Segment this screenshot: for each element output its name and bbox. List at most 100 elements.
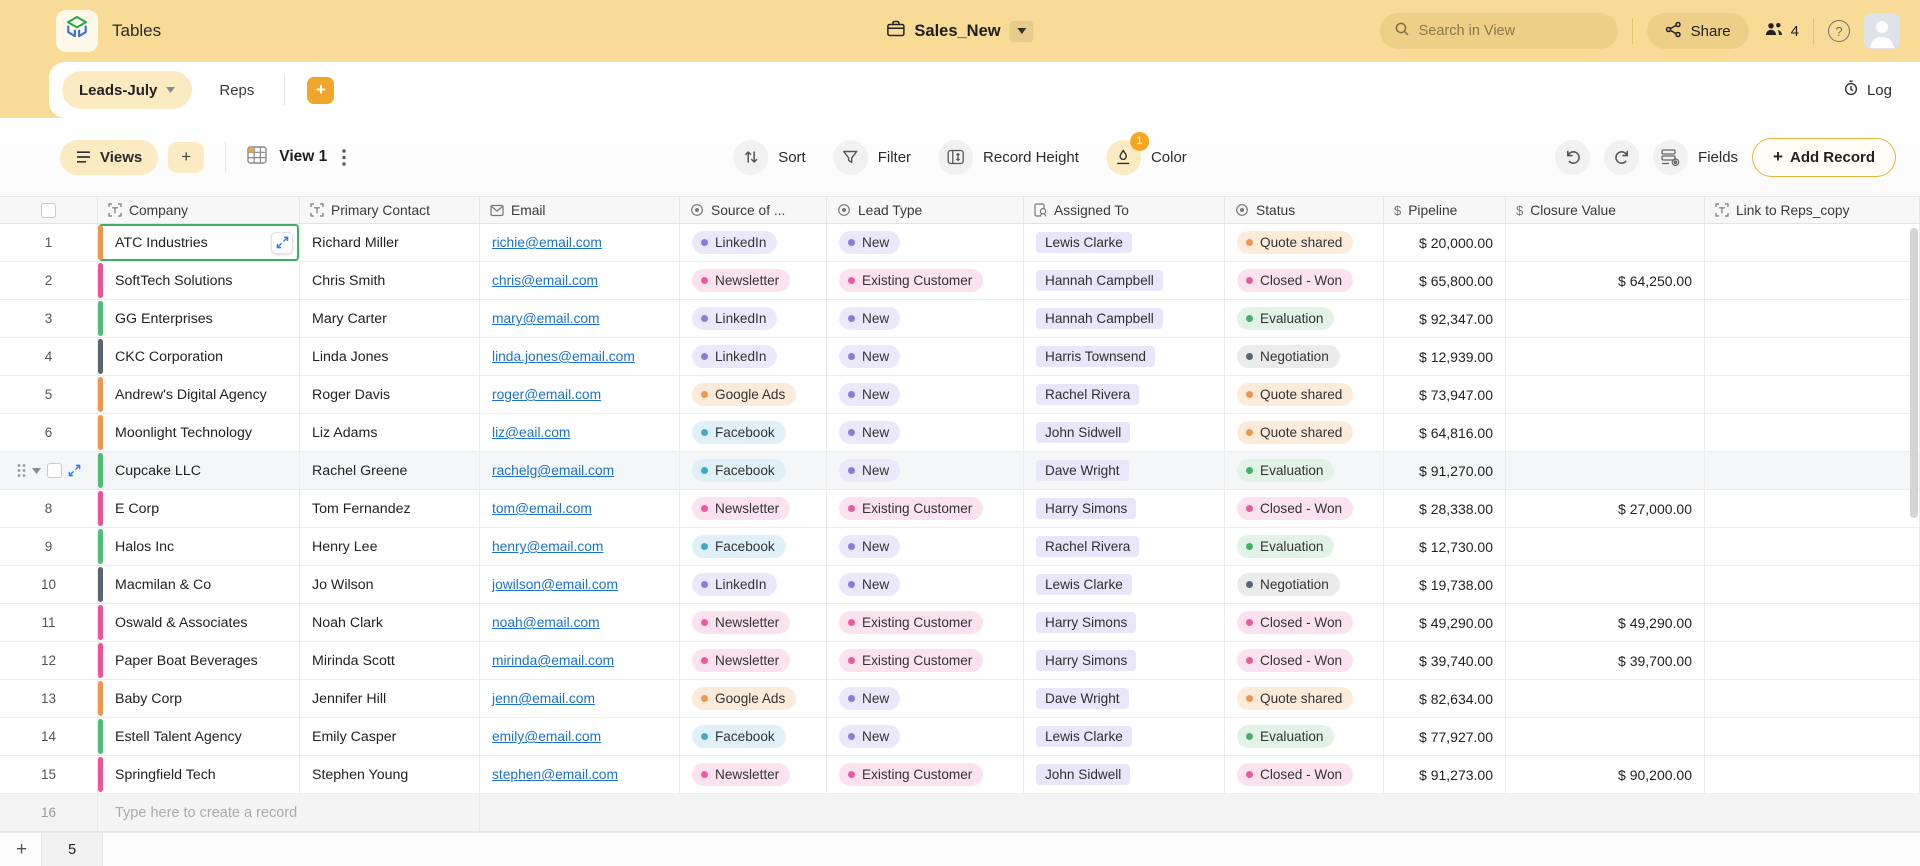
company-cell[interactable]: Andrew's Digital Agency (98, 376, 300, 413)
primary-contact-cell[interactable]: Rachel Greene (300, 452, 480, 489)
email-link[interactable]: jowilson@email.com (492, 577, 618, 592)
company-cell[interactable]: Springfield Tech (98, 756, 300, 793)
primary-contact-cell[interactable]: Liz Adams (300, 414, 480, 451)
link-to-reps-cell[interactable] (1705, 414, 1920, 451)
source-cell[interactable]: LinkedIn (680, 338, 827, 375)
assigned-to-cell[interactable]: Dave Wright (1024, 452, 1225, 489)
column-header-company[interactable]: Company (98, 197, 300, 223)
source-cell[interactable]: Newsletter (680, 642, 827, 679)
row-number-cell[interactable]: 12 (0, 642, 98, 679)
status-cell[interactable]: Closed - Won (1225, 642, 1384, 679)
email-cell[interactable]: emily@email.com (480, 718, 680, 755)
primary-contact-cell[interactable]: Mary Carter (300, 300, 480, 337)
views-button[interactable]: Views (60, 140, 158, 175)
assigned-to-cell[interactable]: Dave Wright (1024, 680, 1225, 717)
email-cell[interactable]: noah@email.com (480, 604, 680, 641)
email-link[interactable]: chris@email.com (492, 273, 598, 288)
status-cell[interactable]: Evaluation (1225, 528, 1384, 565)
closure-value-cell[interactable] (1506, 718, 1705, 755)
company-cell[interactable]: Moonlight Technology (98, 414, 300, 451)
closure-value-cell[interactable] (1506, 224, 1705, 261)
source-cell[interactable]: Facebook (680, 528, 827, 565)
email-link[interactable]: roger@email.com (492, 387, 601, 402)
status-cell[interactable]: Quote shared (1225, 414, 1384, 451)
link-to-reps-cell[interactable] (1705, 376, 1920, 413)
email-cell[interactable]: henry@email.com (480, 528, 680, 565)
row-number-cell[interactable]: 15 (0, 756, 98, 793)
status-cell[interactable]: Quote shared (1225, 224, 1384, 261)
primary-contact-cell[interactable]: Mirinda Scott (300, 642, 480, 679)
email-link[interactable]: liz@eail.com (492, 425, 570, 440)
log-button[interactable]: Log (1843, 80, 1892, 100)
link-to-reps-cell[interactable] (1705, 262, 1920, 299)
email-cell[interactable]: mirinda@email.com (480, 642, 680, 679)
pipeline-cell[interactable]: $ 91,270.00 (1384, 452, 1506, 489)
primary-contact-cell[interactable]: Jennifer Hill (300, 680, 480, 717)
lead-type-cell[interactable]: New (827, 680, 1024, 717)
primary-contact-cell[interactable]: Stephen Young (300, 756, 480, 793)
link-to-reps-cell[interactable] (1705, 224, 1920, 261)
link-to-reps-cell[interactable] (1705, 528, 1920, 565)
link-to-reps-cell[interactable] (1705, 642, 1920, 679)
email-link[interactable]: henry@email.com (492, 539, 603, 554)
row-number-cell[interactable]: 9 (0, 528, 98, 565)
link-to-reps-cell[interactable] (1705, 338, 1920, 375)
primary-contact-cell[interactable]: Linda Jones (300, 338, 480, 375)
email-cell[interactable]: liz@eail.com (480, 414, 680, 451)
status-cell[interactable]: Closed - Won (1225, 756, 1384, 793)
column-header-email[interactable]: Email (480, 197, 680, 223)
primary-contact-cell[interactable]: Roger Davis (300, 376, 480, 413)
lead-type-cell[interactable]: New (827, 718, 1024, 755)
source-cell[interactable]: Google Ads (680, 680, 827, 717)
assigned-to-cell[interactable]: John Sidwell (1024, 756, 1225, 793)
pipeline-cell[interactable]: $ 12,939.00 (1384, 338, 1506, 375)
link-to-reps-cell[interactable] (1705, 490, 1920, 527)
closure-value-cell[interactable]: $ 49,290.00 (1506, 604, 1705, 641)
column-header-primary-contact[interactable]: Primary Contact (300, 197, 480, 223)
assigned-to-cell[interactable]: Rachel Rivera (1024, 376, 1225, 413)
status-cell[interactable]: Closed - Won (1225, 262, 1384, 299)
status-cell[interactable]: Evaluation (1225, 718, 1384, 755)
lead-type-cell[interactable]: Existing Customer (827, 756, 1024, 793)
row-number-cell[interactable]: 14 (0, 718, 98, 755)
filter-button[interactable]: Filter (833, 140, 911, 175)
status-cell[interactable]: Closed - Won (1225, 490, 1384, 527)
closure-value-cell[interactable] (1506, 566, 1705, 603)
assigned-to-cell[interactable]: Rachel Rivera (1024, 528, 1225, 565)
base-caret-button[interactable] (1010, 21, 1034, 42)
lead-type-cell[interactable]: New (827, 300, 1024, 337)
email-link[interactable]: richie@email.com (492, 235, 602, 250)
row-caret-icon[interactable] (32, 468, 41, 474)
company-cell[interactable]: Baby Corp (98, 680, 300, 717)
color-button[interactable]: 1 Color (1106, 140, 1187, 175)
company-cell[interactable]: Oswald & Associates (98, 604, 300, 641)
email-cell[interactable]: richie@email.com (480, 224, 680, 261)
company-cell[interactable]: GG Enterprises (98, 300, 300, 337)
source-cell[interactable]: LinkedIn (680, 566, 827, 603)
pipeline-cell[interactable]: $ 64,816.00 (1384, 414, 1506, 451)
drag-handle-icon[interactable] (17, 463, 26, 478)
assigned-to-cell[interactable]: Harry Simons (1024, 490, 1225, 527)
vertical-scrollbar[interactable] (1910, 228, 1918, 518)
company-cell[interactable]: ATC Industries (98, 224, 300, 261)
lead-type-cell[interactable]: Existing Customer (827, 642, 1024, 679)
source-cell[interactable]: Newsletter (680, 756, 827, 793)
status-cell[interactable]: Evaluation (1225, 300, 1384, 337)
row-checkbox[interactable] (47, 463, 62, 478)
lead-type-cell[interactable]: New (827, 414, 1024, 451)
source-cell[interactable]: Facebook (680, 414, 827, 451)
row-number-cell[interactable]: 3 (0, 300, 98, 337)
source-cell[interactable]: Facebook (680, 452, 827, 489)
row-number-cell[interactable] (0, 452, 98, 489)
new-record-row[interactable]: 16Type here to create a record (0, 794, 1920, 832)
row-number-cell[interactable]: 6 (0, 414, 98, 451)
pipeline-cell[interactable]: $ 49,290.00 (1384, 604, 1506, 641)
row-number-cell[interactable]: 10 (0, 566, 98, 603)
email-cell[interactable]: jowilson@email.com (480, 566, 680, 603)
status-cell[interactable]: Negotiation (1225, 566, 1384, 603)
source-cell[interactable]: LinkedIn (680, 300, 827, 337)
primary-contact-cell[interactable]: Noah Clark (300, 604, 480, 641)
link-to-reps-cell[interactable] (1705, 718, 1920, 755)
email-link[interactable]: stephen@email.com (492, 767, 618, 782)
pipeline-cell[interactable]: $ 20,000.00 (1384, 224, 1506, 261)
